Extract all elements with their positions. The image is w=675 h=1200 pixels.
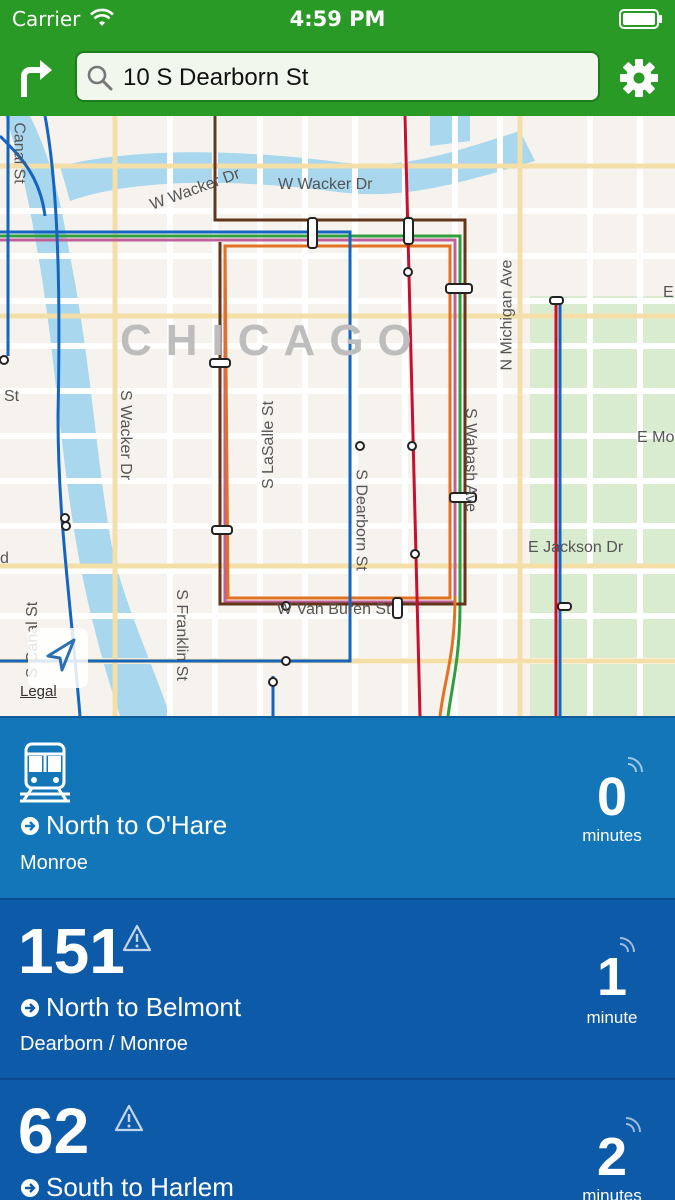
street-e-edge: E [663,284,674,301]
eta-unit: minute [586,1008,638,1027]
eta-value: 2 [596,1127,628,1187]
nav-bar: 10 S Dearborn St [0,40,675,116]
direction-label: South to Harlem [46,1172,234,1200]
status-bar: Carrier 4:59 PM [0,0,675,40]
street-s-franklin: S Franklin St [172,589,190,681]
route-number: 151 [18,915,125,987]
arrival-card-bus-62[interactable]: 62 South to Harlem 2 minutes [0,1078,675,1200]
map-view[interactable]: CHICAGO W Wacker Dr W Wacker Dr Canal St… [0,116,675,716]
street-n-michigan: N Michigan Ave [498,259,516,371]
alert-icon [122,924,152,952]
eta-unit: minutes [582,826,642,845]
street-s-dearborn: S Dearborn St [352,469,370,571]
street-s-wacker: S Wacker Dr [117,389,135,481]
street-w-van-buren: W Van Buren St [277,601,391,618]
map-city-label: CHICAGO [120,316,426,365]
stop-label: Monroe [20,852,88,874]
direction-label: North to O'Hare [46,810,228,840]
street-e-jackson: E Jackson Dr [528,539,624,556]
location-arrow-icon [46,638,76,672]
street-s-lasalle: S LaSalle St [260,400,278,490]
direction-label: North to Belmont [46,992,242,1022]
route-number: 62 [18,1095,90,1167]
battery-icon [619,9,662,29]
arrival-card-bus-151[interactable]: 151 North to Belmont Dearborn / Monroe 1… [0,898,675,1078]
street-e-mo: E Mo [637,429,675,446]
alert-icon [114,1104,144,1132]
eta-unit: minutes [582,1186,642,1200]
map-canvas[interactable] [0,116,675,716]
search-input[interactable]: 10 S Dearborn St [75,51,600,102]
clock: 4:59 PM [289,7,386,31]
arrow-right-circle-icon [21,999,39,1017]
street-st-left: St [4,388,20,405]
street-d-left: d [0,550,9,567]
eta-value: 1 [596,947,628,1007]
eta-value: 0 [596,767,628,827]
search-icon [87,65,113,91]
street-s-wabash: S Wabash Ave [462,407,480,513]
arrow-right-circle-icon [21,1179,39,1197]
street-w-wacker-2: W Wacker Dr [278,176,373,193]
street-canal-top: Canal St [10,122,28,184]
stop-label: Dearborn / Monroe [20,1033,188,1055]
arrival-card-train[interactable]: North to O'Hare Monroe 0 minutes [0,716,675,898]
gear-icon[interactable] [619,58,659,98]
search-value: 10 S Dearborn St [123,64,309,91]
directions-icon[interactable] [14,54,60,100]
arrow-right-circle-icon [21,817,39,835]
locate-button[interactable] [28,628,88,688]
train-icon [20,742,70,803]
legal-link[interactable]: Legal [20,683,57,700]
